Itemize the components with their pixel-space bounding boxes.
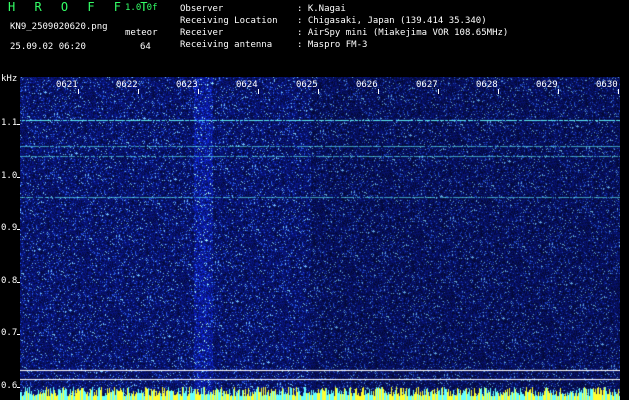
- x-tick-label: 0621: [56, 80, 78, 90]
- meteor-label: meteor: [125, 28, 158, 38]
- x-tick-label: 0627: [416, 80, 438, 90]
- x-tick-mark: [198, 89, 199, 94]
- spectrogram-canvas: [20, 77, 620, 400]
- x-tick-label: 0629: [536, 80, 558, 90]
- x-tick-label: 0625: [296, 80, 318, 90]
- y-tick-label: 0.7: [1, 328, 18, 339]
- x-tick-label: 0626: [356, 80, 378, 90]
- datetime-label: 25.09.02 06:20: [10, 42, 86, 52]
- y-tick-label: 1.0: [1, 170, 18, 181]
- x-tick-label: 0622: [116, 80, 138, 90]
- receiver-value: : AirSpy mini (Miakejima VOR 108.65MHz): [297, 28, 509, 38]
- version-label: 1.0.0f: [125, 3, 158, 13]
- x-tick-mark: [498, 89, 499, 94]
- receiver-label: Receiver: [180, 28, 224, 38]
- meteor-count: 64: [140, 42, 151, 52]
- x-tick-mark: [78, 89, 79, 94]
- x-tick-mark: [558, 89, 559, 94]
- observer-value: : K.Nagai: [297, 4, 346, 14]
- x-tick-mark: [378, 89, 379, 94]
- y-tick-label: 0.8: [1, 275, 18, 286]
- x-tick-mark: [618, 89, 619, 94]
- filename-label: KN9_2509020620.png: [10, 22, 108, 32]
- x-tick-label: 0630: [596, 80, 618, 90]
- antenna-value: : Maspro FM-3: [297, 40, 368, 50]
- antenna-label: Receiving antenna: [180, 40, 273, 50]
- y-tick-label: 0.6: [1, 380, 18, 391]
- right-padding: [620, 77, 629, 400]
- x-tick-label: 0624: [236, 80, 258, 90]
- observer-label: Observer: [180, 4, 224, 14]
- location-value: : Chigasaki, Japan (139.414 35.340): [297, 16, 487, 26]
- y-tick-label: 0.9: [1, 223, 18, 234]
- y-tick-label: 1.1: [1, 118, 18, 129]
- x-tick-mark: [438, 89, 439, 94]
- x-tick-label: 0623: [176, 80, 198, 90]
- x-tick-mark: [258, 89, 259, 94]
- x-tick-label: 0628: [476, 80, 498, 90]
- x-tick-mark: [138, 89, 139, 94]
- y-axis-label: kHz: [1, 74, 18, 84]
- x-tick-mark: [318, 89, 319, 94]
- location-label: Receiving Location: [180, 16, 278, 26]
